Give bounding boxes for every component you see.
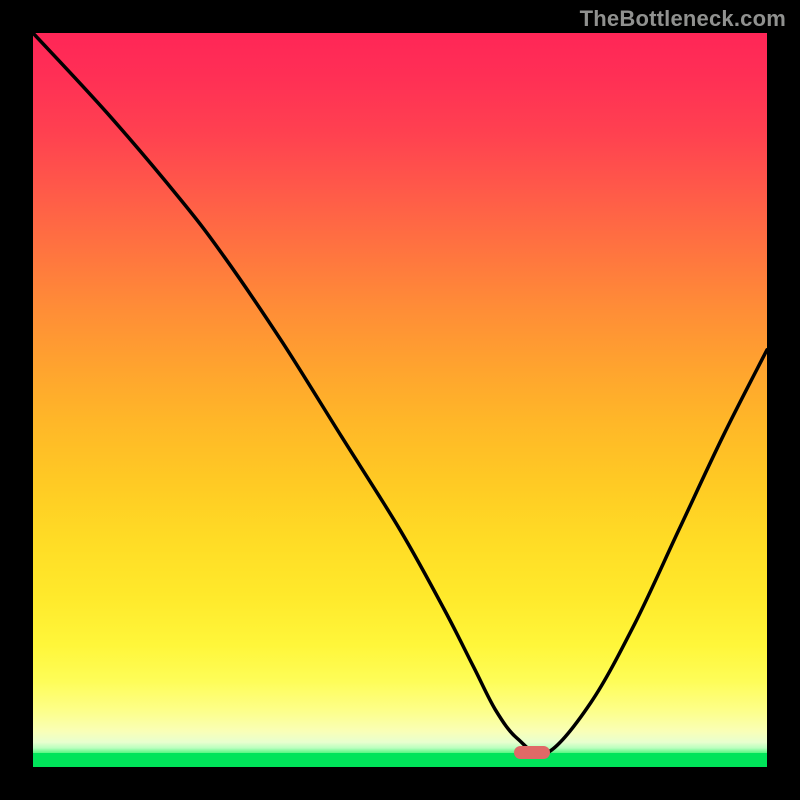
bottleneck-curve — [33, 33, 767, 767]
frame: TheBottleneck.com — [0, 0, 800, 800]
watermark-text: TheBottleneck.com — [580, 6, 786, 32]
optimal-marker — [514, 746, 551, 759]
plot-area — [33, 33, 767, 767]
